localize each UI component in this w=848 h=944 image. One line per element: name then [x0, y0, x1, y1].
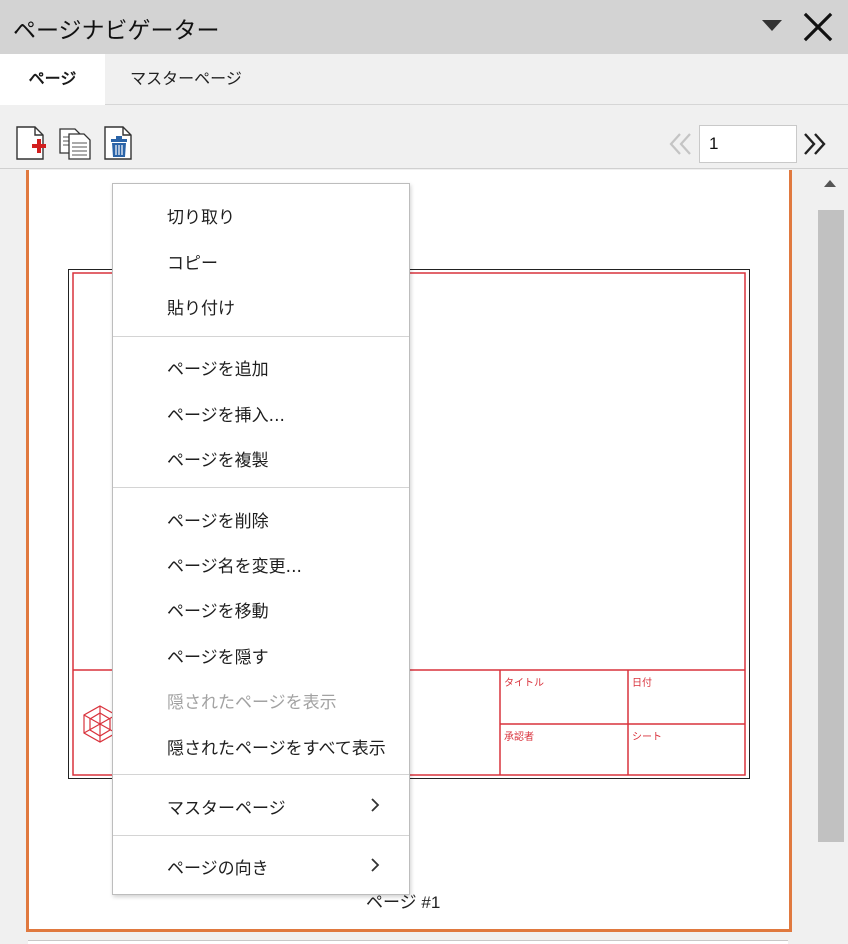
context-menu: 切り取り コピー 貼り付け ページを追加 ページを挿入... ページを複製 ペー…	[112, 183, 410, 895]
chevron-right-icon	[371, 798, 380, 812]
menu-item-cut[interactable]: 切り取り	[113, 194, 409, 234]
menu-item-add-page[interactable]: ページを追加	[113, 346, 409, 386]
menu-item-master-page[interactable]: マスターページ	[113, 785, 409, 825]
menu-item-show-hidden-page: 隠されたページを表示	[167, 693, 337, 713]
title-block-title-label: タイトル	[504, 678, 544, 689]
tab-master-pages[interactable]: マスターページ	[105, 54, 267, 105]
title-block-date-label: 日付	[632, 678, 652, 689]
page-duplicate-icon[interactable]	[58, 126, 92, 160]
menu-item-duplicate-page[interactable]: ページを複製	[113, 437, 409, 477]
menu-item-hide-page[interactable]: ページを隠す	[113, 634, 409, 674]
menu-separator	[113, 835, 409, 836]
panel-titlebar: ページナビゲーター	[0, 0, 848, 54]
menu-item-show-all-hidden-pages[interactable]: 隠されたページをすべて表示	[113, 725, 409, 765]
title-block-sheet-label: シート	[632, 732, 662, 743]
menu-item-paste[interactable]: 貼り付け	[113, 285, 409, 325]
scroll-up-arrow-icon[interactable]	[824, 180, 836, 187]
menu-separator	[113, 487, 409, 488]
tab-pages[interactable]: ページ	[0, 54, 105, 105]
panel-title: ページナビゲーター	[13, 18, 220, 44]
menu-item-insert-page[interactable]: ページを挿入...	[113, 392, 409, 432]
menu-item-move-page[interactable]: ページを移動	[113, 588, 409, 628]
close-icon[interactable]	[800, 10, 836, 44]
tab-bar: ページ マスターページ	[0, 54, 848, 105]
next-page-icon[interactable]	[800, 130, 828, 158]
next-page-card-edge	[28, 940, 788, 944]
chevron-right-icon	[371, 858, 380, 872]
page-add-icon[interactable]	[14, 126, 48, 160]
page-toolbar	[0, 106, 848, 169]
panel-menu-dropdown-icon[interactable]	[762, 20, 782, 31]
menu-item-page-orientation[interactable]: ページの向き	[113, 845, 409, 885]
title-block-approver-label: 承認者	[504, 732, 534, 743]
menu-separator	[113, 774, 409, 775]
menu-item-delete-page[interactable]: ページを削除	[113, 498, 409, 538]
menu-item-copy[interactable]: コピー	[113, 240, 409, 280]
scrollbar-thumb[interactable]	[818, 210, 844, 842]
menu-separator	[113, 336, 409, 337]
page-delete-icon[interactable]	[102, 126, 136, 160]
previous-page-icon	[669, 133, 691, 155]
menu-item-rename-page[interactable]: ページ名を変更...	[113, 543, 409, 583]
page-number-input[interactable]	[699, 125, 797, 163]
